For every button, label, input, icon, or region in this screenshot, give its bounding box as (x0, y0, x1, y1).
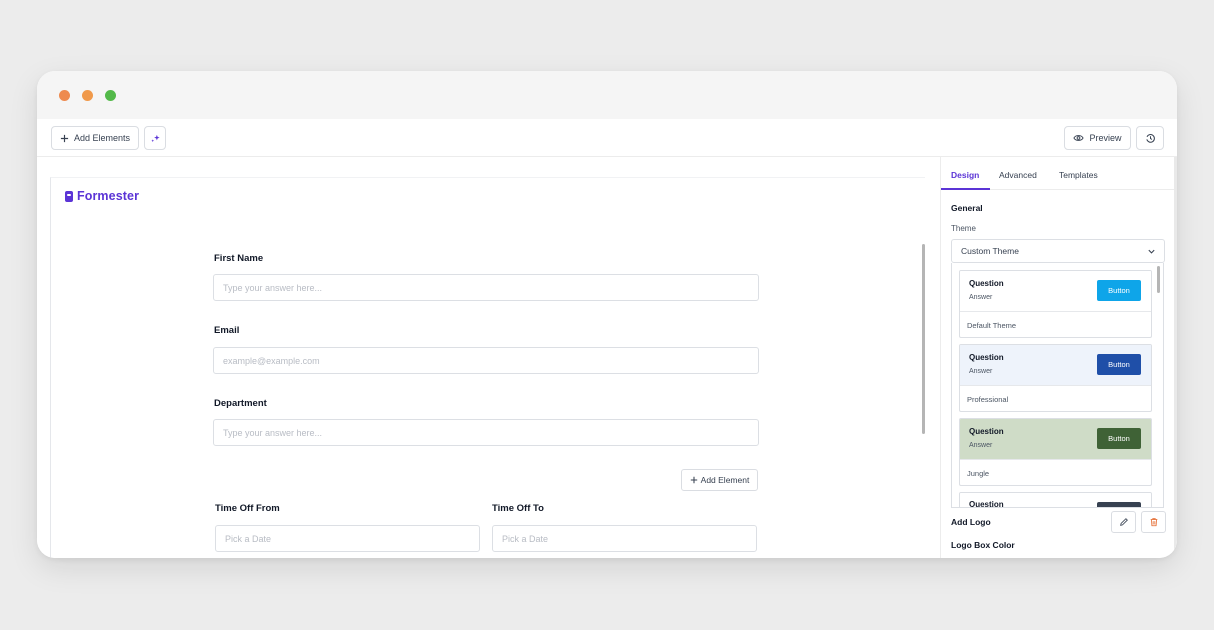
preview-button[interactable]: Preview (1064, 126, 1131, 150)
theme-answer-text: Answer (969, 442, 993, 449)
theme-list-scrollbar[interactable] (1157, 266, 1160, 293)
sparkle-icon (150, 134, 160, 142)
theme-name: Jungle (967, 469, 990, 478)
edit-logo-button[interactable] (1111, 511, 1136, 533)
chevron-down-icon (1148, 249, 1155, 254)
pencil-icon (1119, 518, 1128, 526)
add-element-button[interactable]: Add Element (681, 469, 758, 491)
theme-option-partial[interactable]: Question (959, 492, 1152, 507)
ai-sparkle-button[interactable] (144, 126, 166, 150)
theme-answer-text: Answer (969, 368, 993, 375)
theme-option-default[interactable]: Question Answer Button Default Theme (959, 270, 1152, 338)
trash-icon (1150, 518, 1157, 527)
theme-name: Default Theme (967, 321, 1017, 330)
theme-name: Professional (967, 395, 1009, 404)
theme-select-value: Custom Theme (961, 246, 1019, 256)
panel-tabs: Design Advanced Templates (941, 157, 1177, 190)
history-button[interactable] (1136, 126, 1164, 150)
theme-preview: Question Answer Button (960, 271, 1151, 312)
theme-label: Theme (951, 224, 976, 233)
theme-preview: Question Answer Button (960, 419, 1151, 460)
general-heading: General (951, 203, 983, 213)
tab-design[interactable]: Design (951, 170, 979, 180)
department-input[interactable]: Type your answer here... (213, 419, 759, 446)
plus-icon (60, 134, 69, 142)
maximize-window-dot[interactable] (105, 90, 116, 101)
theme-button-sample: Button (1097, 428, 1141, 449)
design-panel: Design Advanced Templates General Theme … (940, 157, 1177, 558)
theme-option-professional[interactable]: Question Answer Button Professional (959, 344, 1152, 412)
theme-option-jungle[interactable]: Question Answer Button Jungle (959, 418, 1152, 486)
email-label: Email (214, 325, 240, 336)
email-input[interactable]: example@example.com (213, 347, 759, 374)
theme-preview: Question (960, 493, 1151, 507)
add-element-label: Add Element (700, 475, 750, 485)
theme-button-sample: Button (1097, 280, 1141, 301)
history-icon (1145, 133, 1155, 143)
close-window-dot[interactable] (59, 90, 70, 101)
theme-select[interactable]: Custom Theme (951, 239, 1165, 263)
add-elements-label: Add Elements (73, 133, 131, 143)
brand-logo: Formester (65, 189, 139, 203)
theme-question-text: Question (969, 353, 1004, 362)
theme-button-sample: Button (1097, 354, 1141, 375)
time-off-to-label: Time Off To (492, 503, 544, 514)
logo-box-color-label: Logo Box Color (951, 540, 1015, 550)
first-name-label: First Name (214, 253, 264, 264)
panel-scrollbar[interactable] (1174, 157, 1177, 558)
tab-advanced[interactable]: Advanced (999, 170, 1037, 180)
add-logo-label: Add Logo (951, 517, 991, 527)
plus-icon (690, 476, 697, 484)
theme-preview: Question Answer Button (960, 345, 1151, 386)
canvas-scrollbar[interactable] (922, 244, 925, 434)
active-tab-indicator (941, 188, 990, 190)
add-elements-button[interactable]: Add Elements (51, 126, 139, 150)
first-name-input[interactable]: Type your answer here... (213, 274, 759, 301)
time-off-from-date-picker[interactable]: Pick a Date (215, 525, 480, 552)
eye-icon (1073, 135, 1085, 141)
app-window: Add Elements Preview Formester First Nam… (37, 71, 1177, 558)
delete-logo-button[interactable] (1141, 511, 1166, 533)
brand-logo-text: Formester (77, 189, 140, 203)
theme-question-text: Question (969, 427, 1004, 436)
add-logo-row: Add Logo (941, 507, 1177, 537)
title-bar (37, 71, 1177, 119)
time-off-from-label: Time Off From (215, 503, 280, 514)
editor-toolbar: Add Elements Preview (37, 119, 1177, 157)
formester-logo-icon (65, 190, 73, 202)
theme-question-text: Question (969, 279, 1004, 288)
minimize-window-dot[interactable] (82, 90, 93, 101)
tab-templates[interactable]: Templates (1059, 170, 1098, 180)
theme-answer-text: Answer (969, 294, 993, 301)
time-off-to-date-picker[interactable]: Pick a Date (492, 525, 757, 552)
theme-options-list[interactable]: Question Answer Button Default Theme Que… (951, 263, 1164, 508)
preview-label: Preview (1089, 133, 1122, 143)
department-label: Department (214, 398, 267, 409)
